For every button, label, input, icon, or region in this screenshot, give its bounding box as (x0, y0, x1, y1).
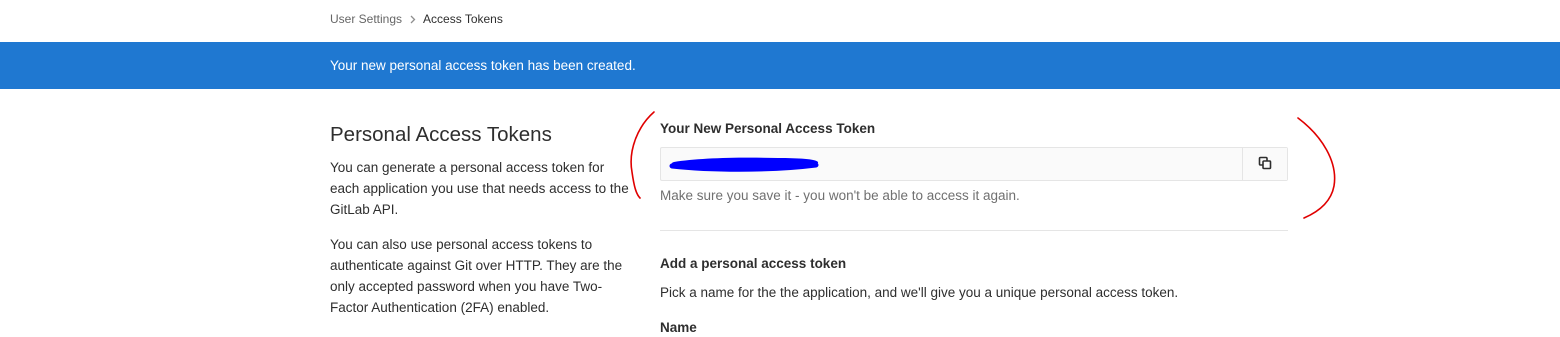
breadcrumb-access-tokens[interactable]: Access Tokens (423, 12, 503, 26)
token-field-group (660, 147, 1288, 181)
add-token-description: Pick a name for the the application, and… (660, 285, 1179, 300)
new-token-label: Your New Personal Access Token (660, 121, 876, 136)
breadcrumb: User Settings Access Tokens (330, 11, 503, 27)
annotation-right-bracket (1297, 117, 1336, 219)
section-divider (660, 230, 1288, 231)
new-token-field[interactable] (661, 148, 1242, 180)
copy-icon (1258, 156, 1272, 173)
chevron-right-icon (410, 15, 416, 24)
sidebar-description-api: You can generate a personal access token… (330, 160, 629, 217)
flash-message: Your new personal access token has been … (330, 58, 636, 73)
add-token-title: Add a personal access token (660, 256, 847, 271)
token-save-hint: Make sure you save it - you won't be abl… (660, 188, 1020, 203)
sidebar-description-git: You can also use personal access tokens … (330, 237, 623, 315)
name-field-label: Name (660, 320, 697, 335)
copy-token-button[interactable] (1242, 148, 1287, 180)
page-title: Personal Access Tokens (330, 123, 552, 146)
flash-notice: Your new personal access token has been … (0, 42, 1560, 89)
breadcrumb-user-settings[interactable]: User Settings (330, 12, 402, 26)
settings-sidebar: Personal Access Tokens You can generate … (330, 121, 630, 330)
token-panel: Your New Personal Access Token Make sure… (660, 120, 1288, 335)
